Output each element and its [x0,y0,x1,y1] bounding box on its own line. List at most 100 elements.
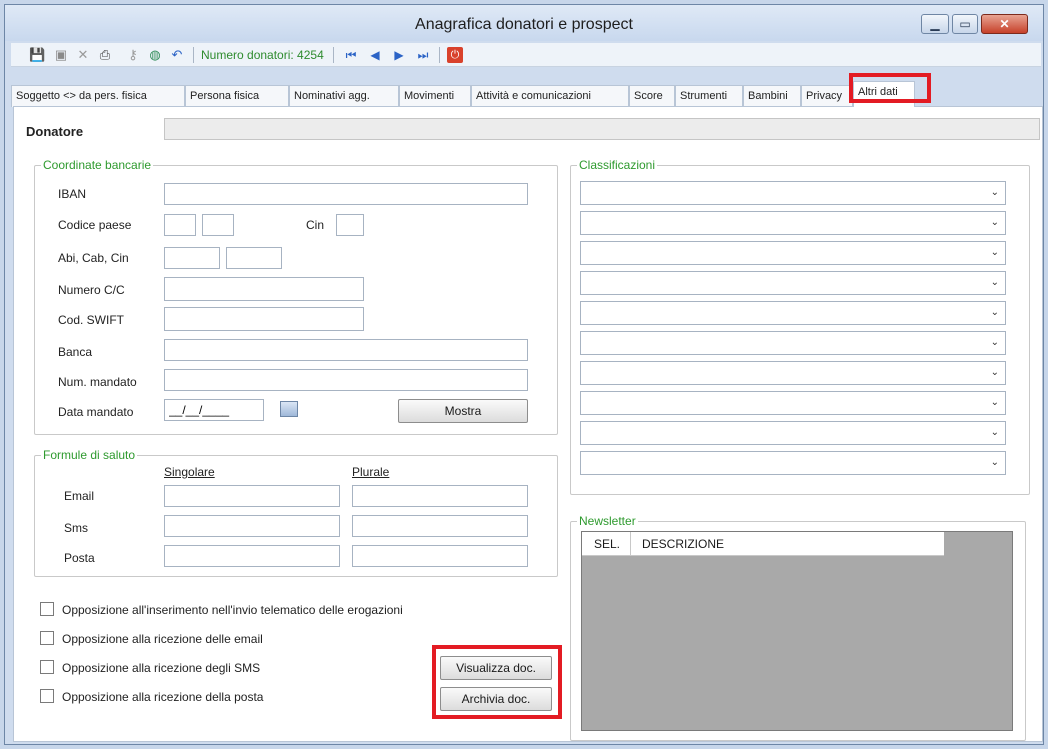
sms-singolare-input[interactable] [165,516,339,536]
abi-input[interactable] [165,248,219,268]
posta-singolare-input[interactable] [165,546,339,566]
numero-cc-label: Numero C/C [58,283,125,297]
cab-field[interactable] [226,247,282,269]
checkbox-opposizione-sms[interactable] [40,660,54,674]
newsletter-grid[interactable]: SEL. DESCRIZIONE [581,531,1013,731]
chevron-down-icon: ⌄ [990,337,999,348]
data-mandato-input[interactable] [165,400,263,420]
iban-field[interactable] [164,183,528,205]
cin-input[interactable] [337,215,363,235]
iban-label: IBAN [58,187,87,201]
swift-input[interactable] [165,308,363,330]
tab-attivita[interactable]: Attività e comunicazioni [471,85,629,107]
globe-icon[interactable]: ◍ [147,47,163,63]
chevron-down-icon: ⌄ [990,397,999,408]
col-descrizione-header[interactable]: DESCRIZIONE [642,537,724,551]
sms-singolare-field[interactable] [164,515,340,537]
email-plurale-field[interactable] [352,485,528,507]
cin-field[interactable] [336,214,364,236]
cab-input[interactable] [227,248,281,268]
email-singolare-field[interactable] [164,485,340,507]
prev-record-icon[interactable]: ◀ [367,47,383,63]
tab-soggetto[interactable]: Soggetto <> da pers. fisica [11,85,185,107]
maximize-button[interactable]: ▭ [952,14,978,34]
num-mandato-field[interactable] [164,369,528,391]
undo-icon[interactable]: ↶ [169,47,185,63]
chevron-down-icon: ⌄ [990,307,999,318]
tab-score[interactable]: Score [629,85,675,107]
classificazione-select-4[interactable]: ⌄ [580,271,1006,295]
calendar-icon[interactable] [280,401,298,417]
classificazione-select-2[interactable]: ⌄ [580,211,1006,235]
tab-bambini[interactable]: Bambini [743,85,801,107]
toolbar-separator [333,47,334,63]
title-bar: Anagrafica donatori e prospect ▁ ▭ ✕ [5,5,1043,41]
codice-paese-input-2[interactable] [203,215,233,235]
toolbar-separator [439,47,440,63]
saluto-title: Formule di saluto [41,448,138,462]
toolbar: 💾 ▣ ✕ ⎙ ⚷ ◍ ↶ Numero donatori: 4254 ⏮ ◀ … [11,43,1041,67]
posta-plurale-input[interactable] [353,546,527,566]
minimize-icon: ▁ [930,17,940,31]
classificazione-select-1[interactable]: ⌄ [580,181,1006,205]
key-icon[interactable]: ⚷ [125,47,141,63]
tab-privacy[interactable]: Privacy [801,85,853,107]
numero-cc-field[interactable] [164,277,364,301]
tab-nominativi[interactable]: Nominativi agg. [289,85,399,107]
classificazione-select-8[interactable]: ⌄ [580,391,1006,415]
codice-paese-field-1[interactable] [164,214,196,236]
classificazione-select-3[interactable]: ⌄ [580,241,1006,265]
main-window: Anagrafica donatori e prospect ▁ ▭ ✕ 💾 ▣… [4,4,1044,745]
chevron-down-icon: ⌄ [990,217,999,228]
sms-plurale-field[interactable] [352,515,528,537]
banca-input[interactable] [165,340,527,360]
print-icon[interactable]: ⎙ [97,47,113,63]
iban-input[interactable] [165,184,527,204]
first-record-icon[interactable]: ⏮ [343,47,359,63]
stop-icon[interactable]: ⏻ [447,47,463,63]
minimize-button[interactable]: ▁ [921,14,949,34]
col-sel-header[interactable]: SEL. [594,537,620,551]
chevron-down-icon: ⌄ [990,367,999,378]
checkbox-opposizione-posta[interactable] [40,689,54,703]
num-mandato-label: Num. mandato [58,375,137,389]
tab-strumenti[interactable]: Strumenti [675,85,743,107]
codice-paese-field-2[interactable] [202,214,234,236]
email-plurale-input[interactable] [353,486,527,506]
chevron-down-icon: ⌄ [990,187,999,198]
mostra-button[interactable]: Mostra [398,399,528,423]
save-icon[interactable]: 💾 [29,47,45,63]
label-opposizione-email: Opposizione alla ricezione delle email [62,632,263,646]
swift-field[interactable] [164,307,364,331]
banca-field[interactable] [164,339,528,361]
email-singolare-input[interactable] [165,486,339,506]
checkbox-opposizione-email[interactable] [40,631,54,645]
numero-cc-input[interactable] [165,278,363,300]
next-record-icon[interactable]: ▶ [391,47,407,63]
classificazione-select-9[interactable]: ⌄ [580,421,1006,445]
donatore-label: Donatore [26,124,84,139]
plurale-header: Plurale [352,465,390,479]
close-button[interactable]: ✕ [981,14,1028,34]
posta-plurale-field[interactable] [352,545,528,567]
data-mandato-field[interactable] [164,399,264,421]
email-label: Email [64,489,95,503]
codice-paese-input-1[interactable] [165,215,195,235]
lock-icon[interactable]: ▣ [53,47,69,63]
tab-persona-fisica[interactable]: Persona fisica [185,85,289,107]
last-record-icon[interactable]: ⏭ [415,47,431,63]
posta-singolare-field[interactable] [164,545,340,567]
close-icon: ✕ [999,17,1010,31]
classificazione-select-7[interactable]: ⌄ [580,361,1006,385]
classificazione-select-10[interactable]: ⌄ [580,451,1006,475]
checkbox-opposizione-telematico[interactable] [40,602,54,616]
num-mandato-input[interactable] [165,370,527,390]
classificazione-select-5[interactable]: ⌄ [580,301,1006,325]
tab-movimenti[interactable]: Movimenti [399,85,471,107]
chevron-down-icon: ⌄ [990,457,999,468]
abi-field[interactable] [164,247,220,269]
classificazione-select-6[interactable]: ⌄ [580,331,1006,355]
delete-icon[interactable]: ✕ [75,47,91,63]
codice-paese-label: Codice paese [58,218,132,232]
sms-plurale-input[interactable] [353,516,527,536]
